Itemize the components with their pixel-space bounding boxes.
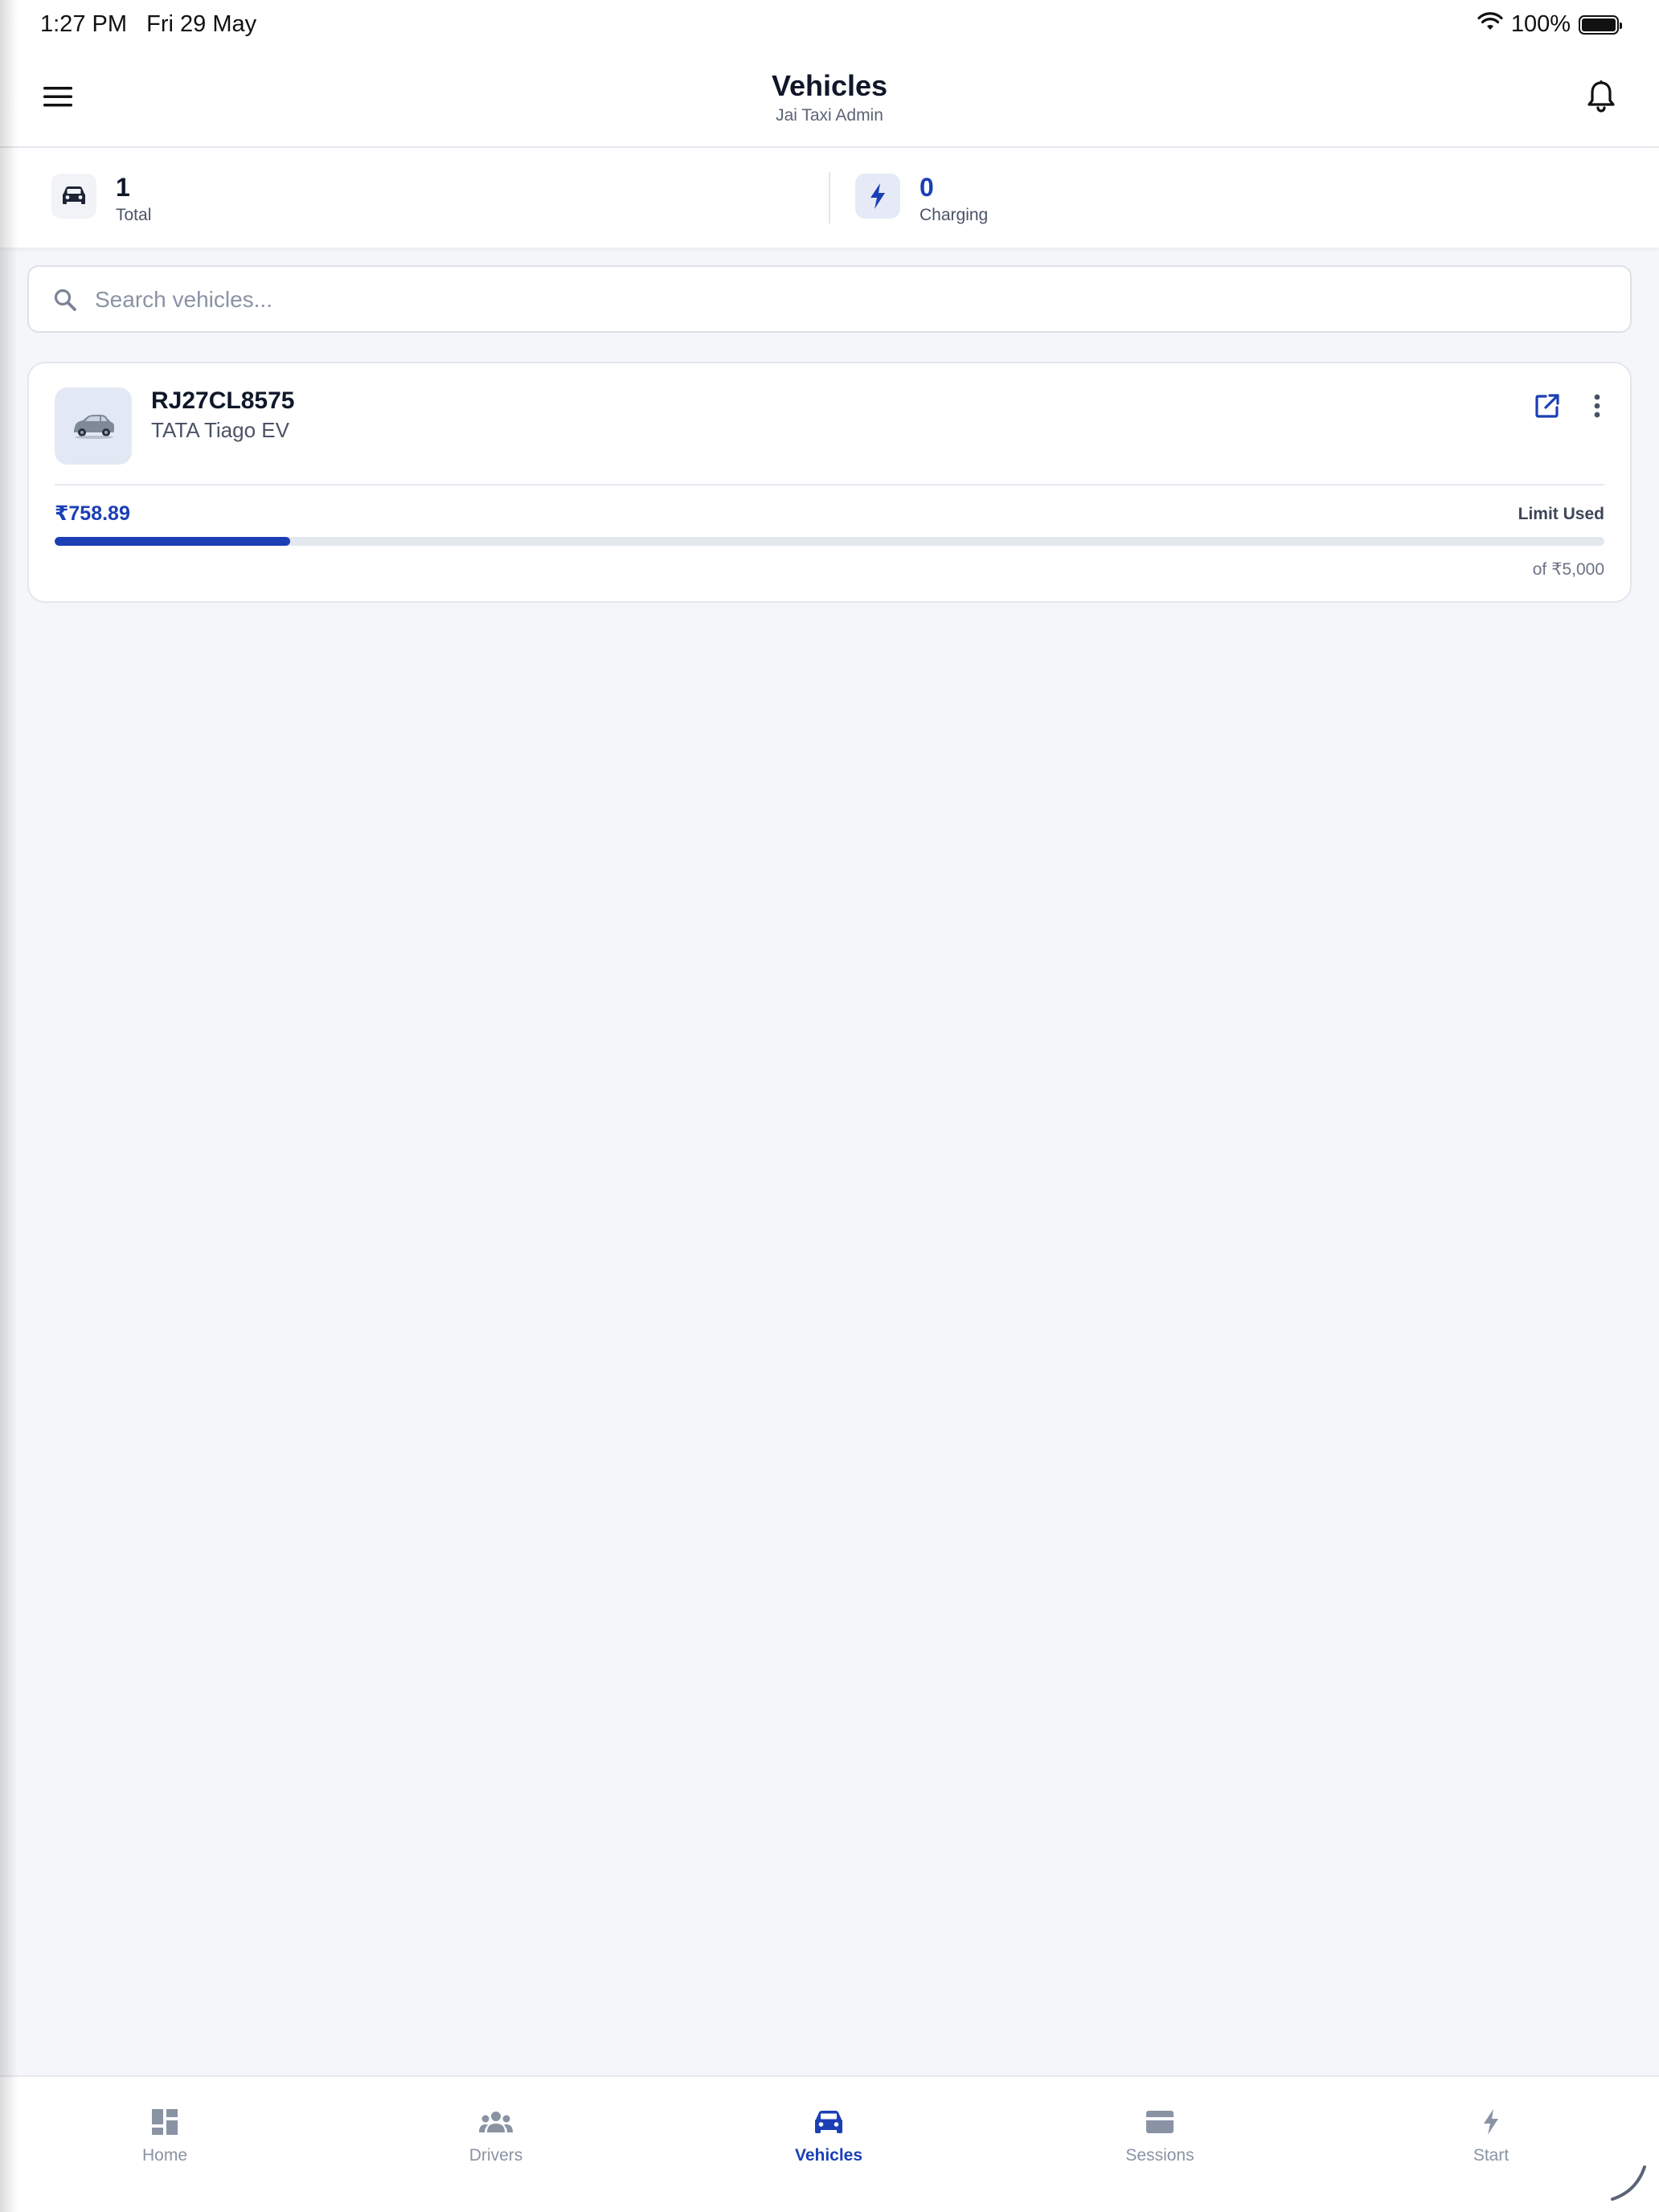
vehicle-thumbnail bbox=[55, 387, 132, 465]
car-icon bbox=[63, 186, 85, 204]
stat-total-text: 1 Total bbox=[116, 174, 151, 225]
open-vehicle-button[interactable] bbox=[1529, 387, 1566, 424]
more-vertical-icon bbox=[1594, 394, 1600, 418]
battery-percent: 100% bbox=[1510, 11, 1571, 37]
bolt-icon bbox=[870, 183, 885, 209]
status-date: Fri 29 May bbox=[146, 11, 257, 37]
stat-charging-label: Charging bbox=[920, 206, 989, 224]
limit-progress-bar bbox=[55, 537, 1604, 546]
status-clock: 1:27 PM bbox=[40, 11, 127, 37]
limit-total: of ₹5,000 bbox=[1532, 560, 1604, 579]
notifications-button[interactable] bbox=[1579, 74, 1624, 119]
nav-sessions-label: Sessions bbox=[1125, 2146, 1194, 2165]
dashboard-icon bbox=[152, 2109, 178, 2135]
nav-start-label: Start bbox=[1473, 2146, 1509, 2165]
nav-drivers[interactable]: Drivers bbox=[391, 2106, 600, 2165]
limit-progress-fill bbox=[55, 537, 291, 546]
people-icon bbox=[479, 2112, 513, 2132]
nav-start[interactable]: Start bbox=[1387, 2106, 1596, 2165]
vehicle-plate: RJ27CL8575 bbox=[151, 387, 295, 414]
stat-charging-text: 0 Charging bbox=[920, 174, 988, 225]
nav-vehicles[interactable]: Vehicles bbox=[724, 2106, 933, 2165]
search-box[interactable] bbox=[27, 265, 1632, 333]
amount-used: ₹758.89 bbox=[55, 502, 130, 525]
battery-icon bbox=[1579, 14, 1622, 35]
stat-charging: 0 Charging bbox=[855, 174, 988, 225]
nav-home[interactable]: Home bbox=[60, 2106, 269, 2165]
resize-corner-icon bbox=[1611, 2165, 1646, 2201]
nav-home-label: Home bbox=[141, 2146, 188, 2165]
nav-sessions[interactable]: Sessions bbox=[1055, 2106, 1264, 2165]
open-external-icon bbox=[1535, 394, 1559, 418]
vehicle-model: TATA Tiago EV bbox=[151, 418, 289, 442]
stat-total-label: Total bbox=[116, 206, 152, 224]
car-icon bbox=[815, 2111, 842, 2133]
car-image-icon bbox=[74, 415, 114, 439]
page-title: Vehicles bbox=[771, 69, 888, 102]
stat-charging-value: 0 bbox=[920, 173, 934, 202]
bell-icon bbox=[1587, 80, 1615, 113]
search-icon bbox=[54, 289, 76, 311]
search-input[interactable] bbox=[93, 267, 1608, 333]
stat-total: 1 Total bbox=[51, 174, 151, 225]
stat-total-value: 1 bbox=[116, 173, 130, 202]
stat-charging-icon-box bbox=[855, 174, 900, 219]
vehicle-card[interactable]: RJ27CL8575 TATA Tiago EV ₹758.89 Limit U… bbox=[27, 362, 1632, 603]
card-divider bbox=[55, 484, 1604, 485]
nav-drivers-label: Drivers bbox=[469, 2146, 523, 2165]
stat-total-icon-box bbox=[51, 174, 96, 219]
bolt-icon bbox=[1484, 2109, 1498, 2135]
more-options-button[interactable] bbox=[1579, 387, 1616, 424]
card-icon bbox=[1146, 2111, 1174, 2133]
status-indicators: 100% bbox=[1477, 11, 1622, 38]
wifi-icon bbox=[1477, 11, 1503, 38]
bottom-nav: Home Drivers Vehicles Sessions Start bbox=[0, 2075, 1659, 2212]
stats-bar: 1 Total 0 Charging bbox=[0, 148, 1659, 248]
stats-divider bbox=[829, 172, 830, 223]
status-time: 1:27 PM Fri 29 May bbox=[40, 11, 256, 38]
page-subtitle: Jai Taxi Admin bbox=[776, 106, 883, 125]
limit-used-label: Limit Used bbox=[1518, 505, 1604, 523]
edge-shadow bbox=[0, 0, 18, 2212]
app-header: Vehicles Jai Taxi Admin bbox=[0, 51, 1659, 148]
nav-vehicles-label: Vehicles bbox=[794, 2146, 863, 2165]
status-bar: 1:27 PM Fri 29 May 100% bbox=[0, 0, 1659, 51]
